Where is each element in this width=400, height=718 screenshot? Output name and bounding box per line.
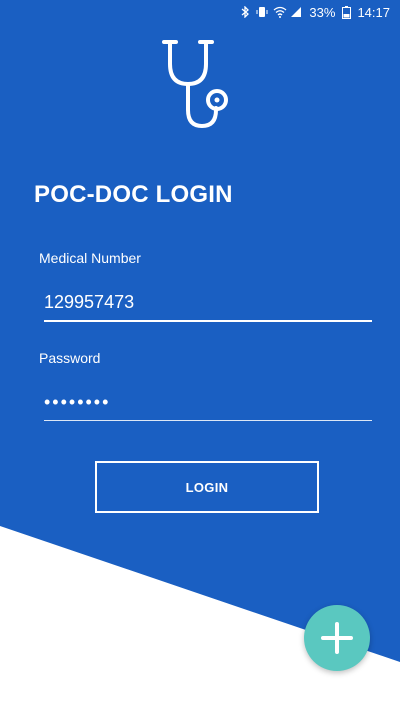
password-underline bbox=[44, 420, 372, 421]
status-bar: 33% 14:17 bbox=[0, 0, 400, 24]
signal-icon bbox=[290, 6, 302, 18]
password-input[interactable]: •••••••• bbox=[44, 388, 372, 416]
battery-percent: 33% bbox=[309, 4, 336, 20]
vibrate-icon bbox=[256, 6, 268, 18]
login-button[interactable]: LOGIN bbox=[95, 461, 319, 513]
medical-number-label: Medical Number bbox=[39, 250, 141, 266]
login-screen: 33% 14:17 POC-DOC LOGIN Medical Number 1… bbox=[0, 0, 400, 718]
battery-icon bbox=[340, 6, 352, 19]
wifi-icon bbox=[273, 6, 287, 18]
page-title: POC-DOC LOGIN bbox=[34, 181, 233, 208]
add-button[interactable] bbox=[304, 605, 370, 671]
stethoscope-icon bbox=[160, 36, 240, 136]
medical-number-underline bbox=[44, 320, 372, 322]
medical-number-input[interactable]: 129957473 bbox=[44, 288, 372, 316]
status-time: 14:17 bbox=[357, 4, 390, 20]
bluetooth-icon bbox=[239, 5, 251, 19]
plus-icon bbox=[321, 622, 353, 654]
password-label: Password bbox=[39, 350, 101, 366]
